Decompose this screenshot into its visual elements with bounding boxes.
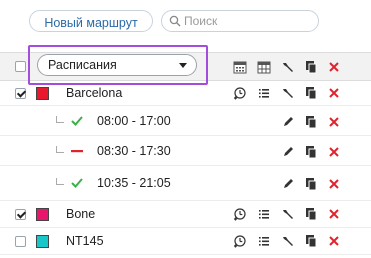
table-icon[interactable]: [257, 60, 271, 74]
route-color-swatch[interactable]: [36, 208, 49, 221]
pencil-icon[interactable]: [281, 115, 295, 129]
route-color-swatch[interactable]: [36, 235, 49, 248]
filter-highlight: Расписания: [28, 45, 208, 85]
delete-icon[interactable]: [327, 86, 341, 100]
search-box[interactable]: [161, 10, 319, 32]
copy-icon[interactable]: [304, 60, 318, 74]
add-schedule-icon[interactable]: [233, 234, 247, 248]
copy-icon[interactable]: [304, 115, 318, 129]
wrench-icon[interactable]: [281, 234, 295, 248]
route-checkbox[interactable]: [15, 209, 26, 220]
delete-icon[interactable]: [327, 115, 341, 129]
copy-icon[interactable]: [304, 86, 318, 100]
route-name: Bone: [66, 207, 96, 221]
delete-icon[interactable]: [327, 177, 341, 191]
wrench-icon[interactable]: [281, 207, 295, 221]
delete-icon[interactable]: [327, 234, 341, 248]
schedule-time: 10:35 - 21:05: [97, 176, 171, 190]
pencil-icon[interactable]: [281, 145, 295, 159]
search-icon: [169, 15, 181, 27]
schedule-row[interactable]: 08:00 - 17:00: [0, 106, 371, 136]
filter-select[interactable]: Расписания: [37, 54, 197, 76]
toolbar: Новый маршрут: [0, 0, 371, 38]
route-checkbox[interactable]: [15, 236, 26, 247]
route-checkbox[interactable]: [15, 88, 26, 99]
schedule-time: 08:30 - 17:30: [97, 144, 171, 158]
copy-icon[interactable]: [304, 177, 318, 191]
calendar-grid-icon[interactable]: [233, 60, 247, 74]
delete-icon[interactable]: [327, 145, 341, 159]
route-row[interactable]: Barcelona: [0, 81, 371, 106]
checkmark-icon: [70, 176, 84, 190]
copy-icon[interactable]: [304, 207, 318, 221]
new-route-button[interactable]: Новый маршрут: [29, 10, 153, 32]
route-name: NT145: [66, 234, 104, 248]
tree-connector: [56, 178, 64, 185]
schedule-row[interactable]: 08:30 - 17:30: [0, 136, 371, 166]
add-schedule-icon[interactable]: [233, 86, 247, 100]
route-row[interactable]: Bone: [0, 201, 371, 228]
add-schedule-icon[interactable]: [233, 207, 247, 221]
schedule-row[interactable]: 10:35 - 21:05: [0, 166, 371, 201]
tree-connector: [56, 146, 64, 153]
pencil-icon[interactable]: [281, 177, 295, 191]
delete-icon[interactable]: [327, 207, 341, 221]
wrench-icon[interactable]: [281, 60, 295, 74]
route-color-swatch[interactable]: [36, 87, 49, 100]
filter-select-value: Расписания: [48, 58, 117, 72]
chevron-down-icon: [179, 63, 187, 68]
route-name: Barcelona: [66, 86, 123, 100]
minus-icon: [70, 144, 84, 158]
copy-icon[interactable]: [304, 234, 318, 248]
wrench-icon[interactable]: [281, 86, 295, 100]
copy-icon[interactable]: [304, 145, 318, 159]
search-input[interactable]: [184, 13, 312, 29]
select-all-checkbox[interactable]: [15, 61, 26, 72]
list-icon[interactable]: [257, 207, 271, 221]
checkmark-icon: [70, 114, 84, 128]
list-icon[interactable]: [257, 86, 271, 100]
delete-icon[interactable]: [327, 60, 341, 74]
tree-connector: [56, 116, 64, 123]
list-icon[interactable]: [257, 234, 271, 248]
route-row[interactable]: NT145: [0, 228, 371, 255]
schedule-time: 08:00 - 17:00: [97, 114, 171, 128]
